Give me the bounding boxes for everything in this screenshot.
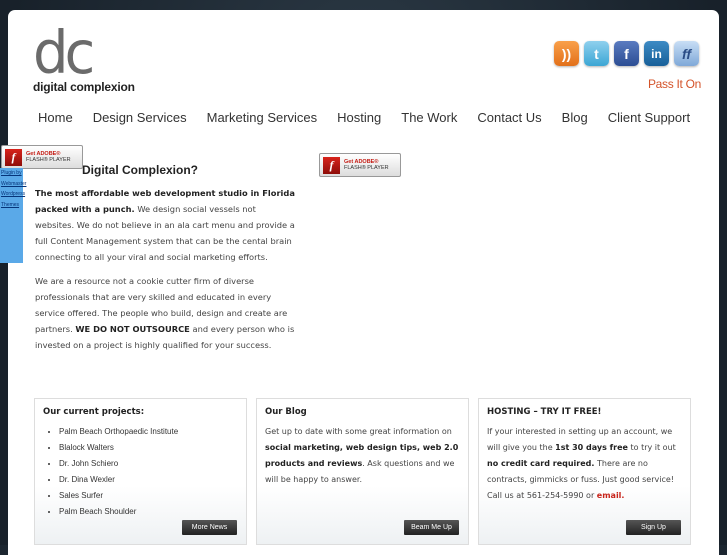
nav-client-support[interactable]: Client Support: [608, 110, 690, 125]
nav-home[interactable]: Home: [38, 110, 73, 125]
get-flash-player-button-left[interactable]: f Get ADOBE® FLASH® PLAYER: [1, 145, 83, 169]
plugin-widget: Plugin by Webmaster Wordpress Themes: [0, 168, 26, 263]
main-nav: Home Design Services Marketing Services …: [38, 110, 710, 125]
flash-text: Get ADOBE® FLASH® PLAYER: [344, 159, 389, 171]
list-item[interactable]: Sales Surfer: [59, 488, 238, 504]
friendfeed-icon[interactable]: ff: [674, 41, 699, 66]
nav-marketing-services[interactable]: Marketing Services: [207, 110, 318, 125]
list-item[interactable]: Palm Beach Shoulder: [59, 504, 238, 520]
rss-icon[interactable]: )): [554, 41, 579, 66]
email-link[interactable]: email.: [597, 491, 625, 500]
sign-up-button[interactable]: Sign Up: [626, 520, 681, 535]
nav-the-work[interactable]: The Work: [401, 110, 457, 125]
page-container: dc digital complexion )) t f in ff Pass …: [8, 10, 719, 555]
hosting-text: If your interested in setting up an acco…: [487, 427, 676, 500]
intro-text: The most affordable web development stud…: [35, 188, 295, 350]
get-flash-player-button[interactable]: f Get ADOBE® FLASH® PLAYER: [319, 153, 401, 177]
list-item[interactable]: Palm Beach Orthopaedic Institute: [59, 424, 238, 440]
side-link[interactable]: Webmaster: [0, 179, 26, 190]
logo[interactable]: dc digital complexion: [33, 19, 135, 94]
flash-text: Get ADOBE® FLASH® PLAYER: [26, 151, 71, 163]
projects-title: Our current projects:: [43, 407, 145, 417]
blog-text: Get up to date with some great informati…: [265, 427, 459, 484]
side-link[interactable]: Themes: [0, 200, 23, 211]
hosting-panel: HOSTING – TRY IT FREE! If your intereste…: [478, 398, 691, 545]
nav-contact-us[interactable]: Contact Us: [477, 110, 541, 125]
flash-icon: f: [5, 148, 22, 166]
nav-blog[interactable]: Blog: [562, 110, 588, 125]
pass-it-on-link[interactable]: Pass It On: [648, 77, 701, 91]
logo-mark: dc: [33, 19, 95, 88]
page-headline: Digital Complexion?: [82, 163, 199, 177]
blog-panel: Our Blog Get up to date with some great …: [256, 398, 469, 545]
list-item[interactable]: Dr. Dina Wexler: [59, 472, 238, 488]
projects-panel: Our current projects: Palm Beach Orthopa…: [34, 398, 247, 545]
social-icons: )) t f in ff: [554, 41, 699, 66]
list-item[interactable]: Blalock Walters: [59, 440, 238, 456]
hosting-title: HOSTING – TRY IT FREE!: [487, 407, 602, 417]
more-news-button[interactable]: More News: [182, 520, 237, 535]
twitter-icon[interactable]: t: [584, 41, 609, 66]
beam-me-up-button[interactable]: Beam Me Up: [404, 520, 459, 535]
side-link[interactable]: Plugin by: [0, 168, 23, 179]
blog-title: Our Blog: [265, 407, 307, 417]
nav-design-services[interactable]: Design Services: [93, 110, 187, 125]
nav-hosting[interactable]: Hosting: [337, 110, 381, 125]
flash-icon: f: [323, 156, 340, 174]
list-item[interactable]: Dr. John Schiero: [59, 456, 238, 472]
side-link[interactable]: Wordpress: [0, 189, 25, 200]
linkedin-icon[interactable]: in: [644, 41, 669, 66]
facebook-icon[interactable]: f: [614, 41, 639, 66]
